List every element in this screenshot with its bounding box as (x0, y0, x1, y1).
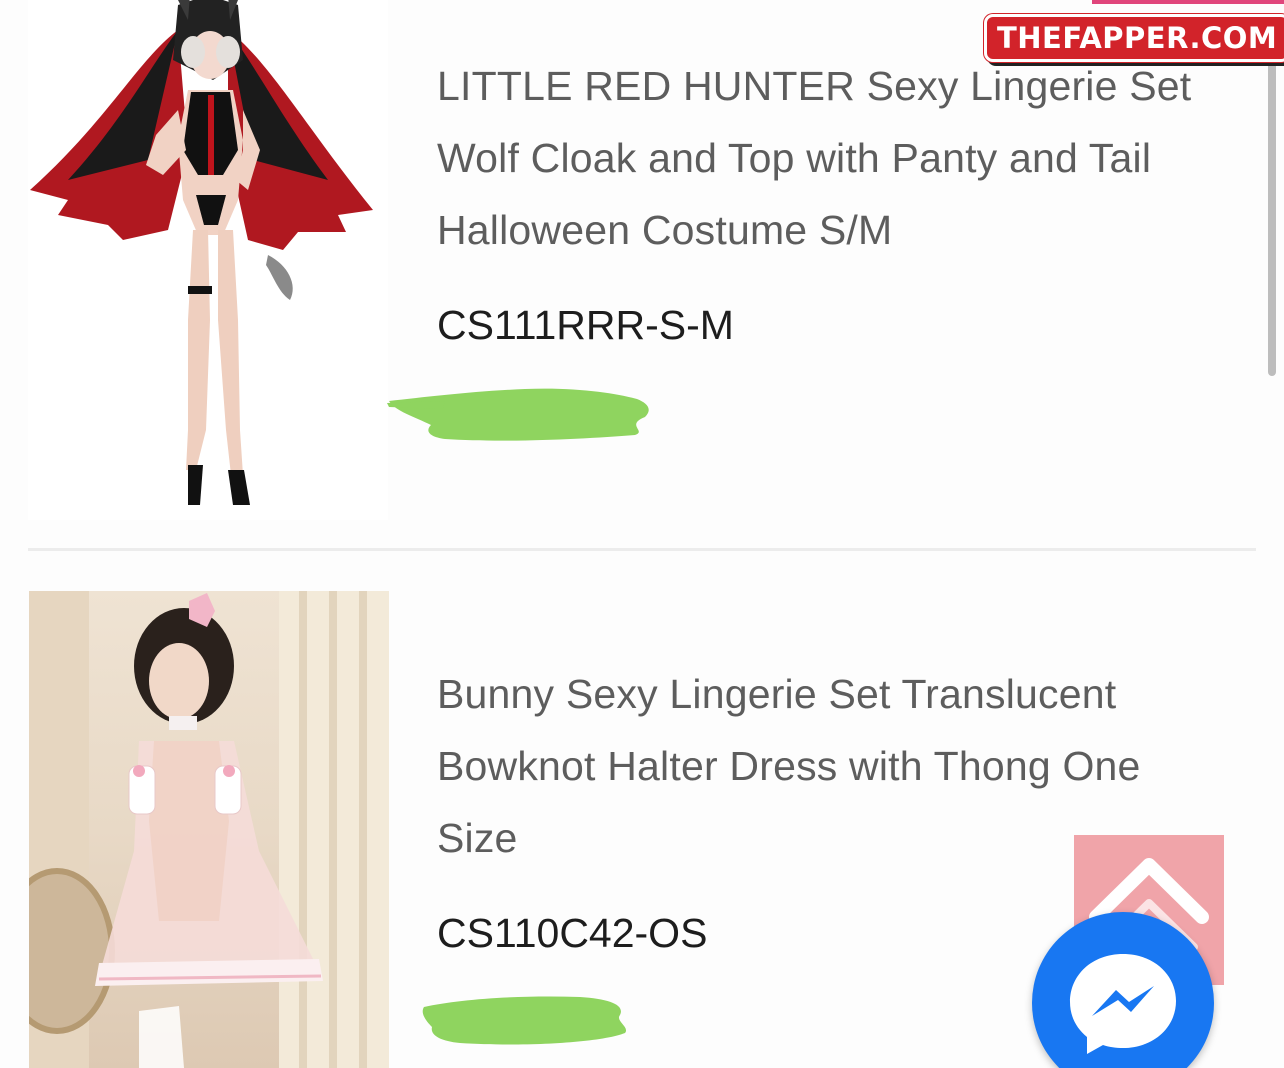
messenger-chat-button[interactable] (1032, 912, 1214, 1068)
product-title-line: Bunny Sexy Lingerie Set Translucent (437, 671, 1117, 717)
product-image[interactable] (28, 0, 388, 520)
product-photo-icon (30, 0, 373, 505)
price-redaction-mark (385, 387, 655, 441)
product-sku: CS111RRR-S-M (437, 302, 734, 348)
scrollbar[interactable] (1268, 60, 1276, 376)
product-list-page: LITTLE RED HUNTER Sexy Lingerie Set Wolf… (0, 0, 1284, 1068)
product-card[interactable]: LITTLE RED HUNTER Sexy Lingerie Set Wolf… (0, 0, 1284, 548)
product-title-line: Halloween Costume S/M (437, 207, 893, 253)
messenger-icon (1070, 954, 1176, 1054)
product-title-line: Bowknot Halter Dress with Thong One (437, 743, 1141, 789)
price-redaction-mark (420, 993, 635, 1047)
site-watermark: THEFAPPER.COM (984, 14, 1284, 62)
product-sku: CS110C42-OS (437, 910, 708, 956)
product-photo-icon (29, 591, 389, 1068)
product-title[interactable]: LITTLE RED HUNTER Sexy Lingerie Set Wolf… (437, 50, 1237, 266)
product-image[interactable] (29, 591, 389, 1068)
product-divider (28, 548, 1256, 551)
product-title-line: Wolf Cloak and Top with Panty and Tail (437, 135, 1152, 181)
